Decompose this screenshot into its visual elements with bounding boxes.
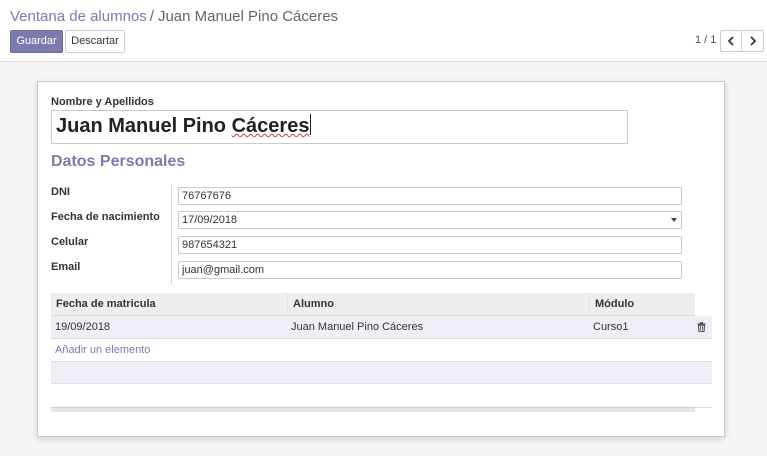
table-footer-divider	[695, 407, 712, 408]
email-field[interactable]: juan@gmail.com	[178, 261, 682, 279]
name-field[interactable]: Juan Manuel Pino Cáceres	[51, 110, 628, 144]
save-button[interactable]: Guardar	[10, 30, 63, 53]
control-panel: Ventana de alumnos / Juan Manuel Pino Cáce…	[0, 0, 767, 62]
birthdate-label: Fecha de nacimiento	[51, 211, 160, 223]
dni-field[interactable]: 76767676	[178, 187, 682, 205]
breadcrumb-separator: /	[149, 8, 154, 25]
cell-student: Juan Manuel Pino Cáceres	[291, 321, 424, 333]
text-caret	[310, 114, 312, 135]
column-header-enrollment-date[interactable]: Fecha de matricula	[51, 293, 287, 316]
section-title: Datos Personales	[51, 153, 186, 170]
table-footer	[51, 407, 695, 412]
pager-value[interactable]: 1 / 1	[695, 34, 716, 46]
breadcrumb-current: Juan Manuel Pino Cáceres	[157, 8, 339, 25]
cell-enrollment-date: 19/09/2018	[55, 321, 111, 333]
dropdown-arrow-icon	[671, 218, 677, 222]
email-label: Email	[51, 261, 81, 273]
trash-icon[interactable]	[697, 322, 706, 332]
column-header-module[interactable]: Módulo	[589, 293, 695, 316]
form-sheet: Nombre y Apellidos Juan Manuel Pino Cáce…	[37, 81, 725, 437]
birthdate-value: 17/09/2018	[182, 214, 238, 226]
pager-previous-button[interactable]	[720, 30, 742, 52]
birthdate-field[interactable]: 17/09/2018	[178, 211, 682, 229]
cell-module: Curso1	[593, 321, 629, 333]
chevron-left-icon	[727, 36, 734, 46]
phone-field[interactable]: 987654321	[178, 236, 682, 254]
name-value-last: Cáceres	[231, 115, 310, 137]
name-value-first: Juan Manuel Pino	[56, 115, 227, 137]
group-divider	[171, 185, 172, 285]
column-header-student[interactable]: Alumno	[287, 293, 589, 316]
table-header: Fecha de matricula Alumno Módulo	[51, 293, 695, 316]
chevron-right-icon	[749, 36, 756, 46]
pager-next-button[interactable]	[742, 30, 764, 52]
discard-button[interactable]: Descartar	[65, 30, 125, 53]
empty-table-row	[51, 361, 712, 384]
breadcrumb-parent-link[interactable]: Ventana de alumnos	[10, 8, 147, 25]
table-row[interactable]: 19/09/2018 Juan Manuel Pino Cáceres Curs…	[51, 316, 712, 339]
name-label: Nombre y Apellidos	[51, 96, 154, 108]
add-line-link[interactable]: Añadir un elemento	[55, 344, 150, 356]
phone-label: Celular	[51, 236, 89, 248]
dni-label: DNI	[51, 186, 70, 198]
breadcrumb: Ventana de alumnos / Juan Manuel Pino Cáce…	[10, 8, 338, 25]
